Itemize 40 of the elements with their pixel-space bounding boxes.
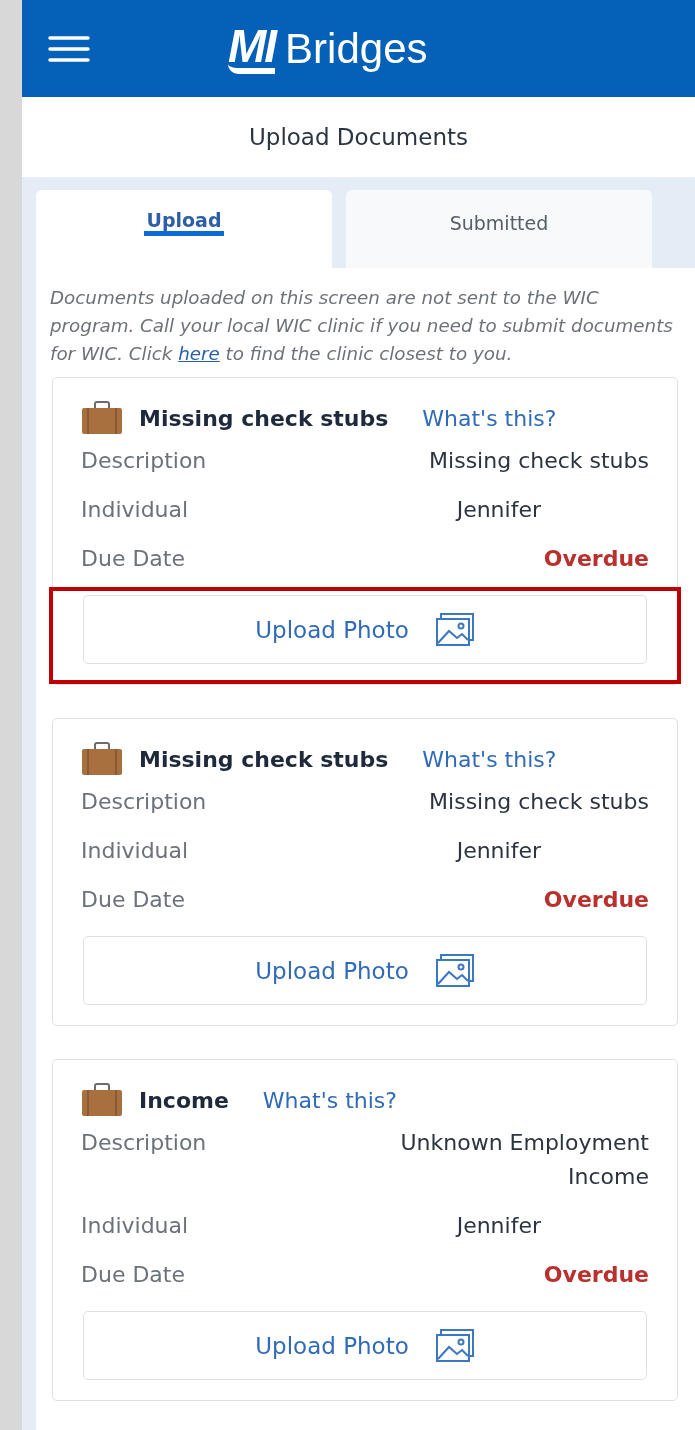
field-label: Individual <box>81 1212 189 1240</box>
page-title: Upload Documents <box>248 124 468 150</box>
upload-photo-button[interactable]: Upload Photo <box>83 595 647 664</box>
field-value: Overdue <box>543 545 649 573</box>
menu-icon[interactable] <box>48 34 90 63</box>
field-label: Description <box>81 1129 207 1157</box>
field-value: Jennifer <box>456 837 541 865</box>
field-label: Due Date <box>81 1261 185 1289</box>
field-value: Missing check stubs <box>429 788 649 816</box>
briefcase-icon <box>81 401 123 435</box>
image-icon <box>434 612 475 647</box>
app-logo: MI Bridges <box>228 23 428 74</box>
tab[interactable]: Submitted <box>346 190 652 268</box>
field-value: Unknown Employment Income <box>399 1129 649 1191</box>
notice-text: Documents uploaded on this screen are not sent to the WIC program. Call your local WIC clinic if you need to submit documents for WIC. Click here to find the clinic closest to you. <box>50 286 674 366</box>
image-icon <box>434 953 475 988</box>
field-label: Individual <box>81 837 189 865</box>
field-value: Overdue <box>543 1261 649 1289</box>
document-title: Missing check stubs <box>139 746 389 772</box>
here-link[interactable]: here <box>178 343 220 364</box>
document-title: Missing check stubs <box>139 405 389 431</box>
field-value: Jennifer <box>456 1212 541 1240</box>
field-label: Description <box>81 788 207 816</box>
field-label: Description <box>81 447 207 475</box>
field-label: Individual <box>81 496 189 524</box>
tab[interactable]: Upload <box>36 190 332 268</box>
briefcase-icon <box>81 1083 123 1117</box>
help-link[interactable]: What's this? <box>262 1087 397 1113</box>
briefcase-icon <box>81 742 123 776</box>
upload-photo-button[interactable]: Upload Photo <box>83 1311 647 1380</box>
upload-photo-button[interactable]: Upload Photo <box>83 936 647 1005</box>
field-label: Due Date <box>81 886 185 914</box>
field-value: Overdue <box>543 886 649 914</box>
field-value: Missing check stubs <box>429 447 649 475</box>
image-icon <box>434 1328 475 1363</box>
field-value: Jennifer <box>456 496 541 524</box>
help-link[interactable]: What's this? <box>422 746 557 772</box>
document-title: Income <box>139 1087 229 1113</box>
field-label: Due Date <box>81 545 185 573</box>
help-link[interactable]: What's this? <box>422 405 557 431</box>
